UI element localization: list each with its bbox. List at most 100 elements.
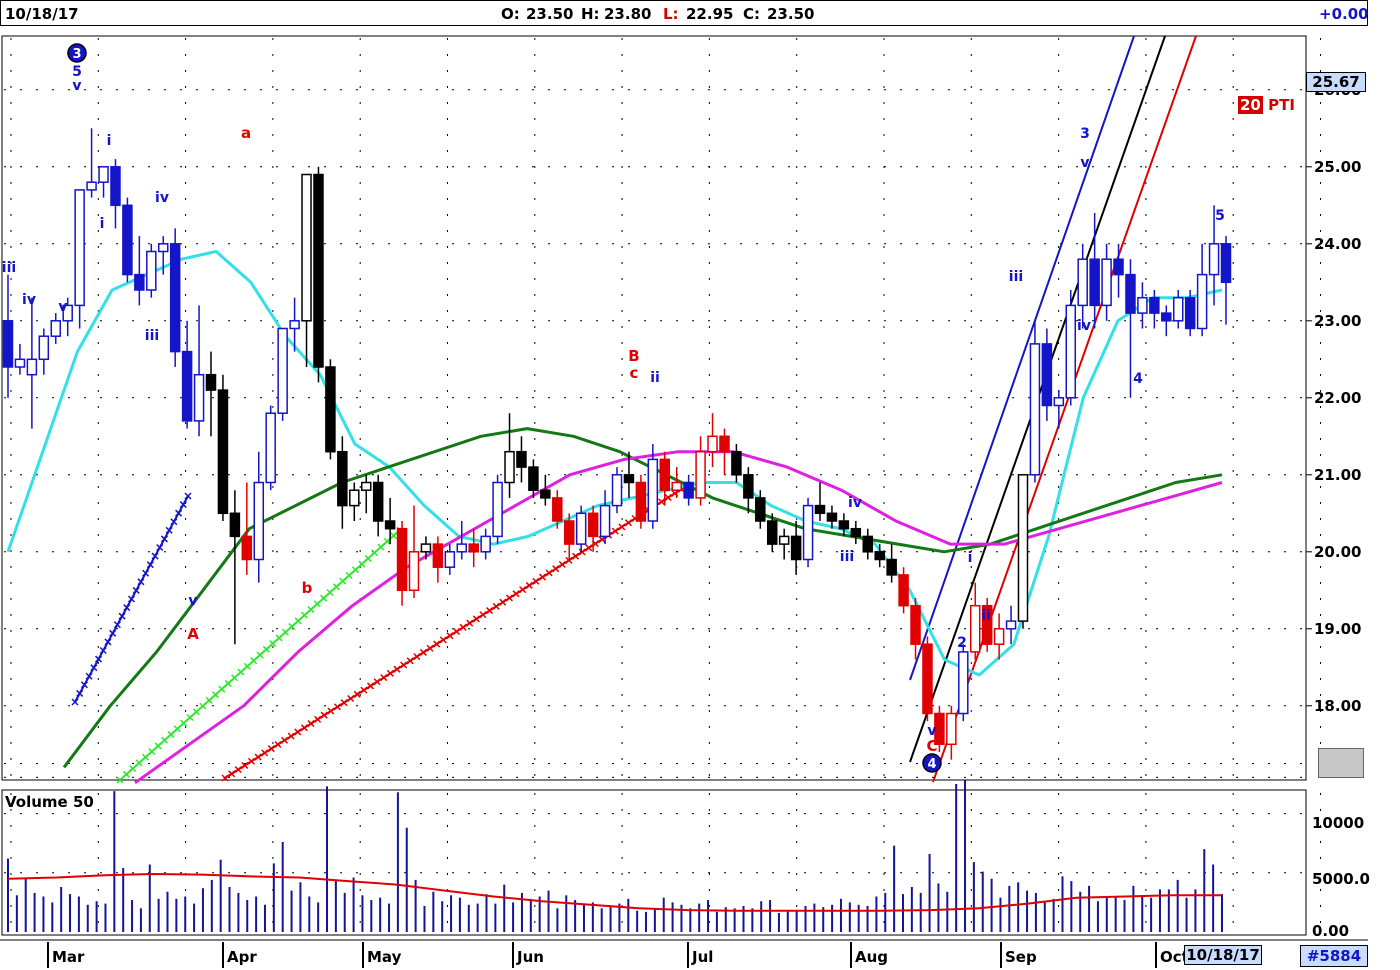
month-label: Aug	[855, 948, 888, 966]
price-volume-chart[interactable]: 18.0019.0020.0021.0022.0023.0024.0025.00…	[0, 0, 1400, 970]
price-tick-label: 20.00	[1314, 543, 1361, 561]
candle-body	[814, 504, 826, 515]
volume-tick-label: 5000.0	[1312, 870, 1370, 888]
candle-body	[456, 543, 468, 553]
red-cross-line-marker	[400, 661, 408, 669]
blue-cross-line-marker	[156, 543, 164, 552]
blue-cross-line-marker	[76, 689, 84, 697]
candle-body	[349, 489, 360, 507]
green-cross-line-marker	[332, 583, 340, 591]
candle-body	[850, 527, 862, 538]
candle-body	[838, 520, 850, 530]
green-cross-line-marker	[275, 634, 283, 642]
candle-body	[1196, 273, 1208, 330]
wave-label-blue: iii	[1009, 269, 1023, 285]
red-cross-line-marker	[360, 686, 368, 694]
price-tick-label: 25.00	[1314, 158, 1361, 176]
volume-tick-label: 0.00	[1312, 922, 1349, 940]
wave-label-blue: v	[1080, 155, 1089, 171]
red-cross-line-marker	[446, 632, 454, 640]
red-cross-line-marker	[532, 577, 540, 585]
candle-body	[659, 458, 671, 491]
candle-body	[205, 373, 217, 391]
green-cross-line-marker	[167, 731, 175, 739]
candle-body	[134, 273, 145, 291]
candle-body	[1208, 243, 1220, 276]
green-cross-line-marker	[237, 668, 245, 676]
green-cross-line-marker	[351, 566, 359, 574]
candle-body	[157, 243, 169, 253]
candle-body	[1161, 312, 1172, 322]
red-cross-line-marker	[274, 740, 282, 749]
green-cross-line-marker	[281, 628, 289, 636]
candle-body	[707, 435, 718, 453]
green-cross-line-marker	[224, 679, 232, 687]
red-cross-line-marker	[247, 757, 255, 765]
candle-body	[110, 166, 121, 207]
wave-label-blue: v	[188, 593, 197, 609]
red-cross-line-marker	[452, 627, 461, 636]
red-cross-line-marker	[314, 715, 322, 723]
candle-body	[1017, 474, 1029, 622]
candle-body	[766, 520, 778, 545]
candle-body	[313, 173, 324, 368]
candle-body	[1220, 243, 1232, 284]
red-cross-line-marker	[479, 611, 487, 619]
green-cross-line-marker	[205, 696, 213, 704]
candle-body	[695, 450, 706, 499]
wave-label-blue: iv	[155, 190, 169, 206]
blue-cross-line-marker	[85, 672, 93, 680]
candle-body	[671, 481, 682, 491]
wave-label-blue: i	[100, 216, 105, 232]
candle-body	[337, 450, 348, 507]
price-tick-label: 19.00	[1314, 620, 1361, 638]
wave-label-blue: v	[58, 299, 67, 315]
candle-body	[420, 543, 432, 553]
candle-body	[408, 551, 420, 592]
blue-cross-line-marker	[113, 621, 121, 629]
candle-body	[1125, 273, 1136, 314]
candle-body	[122, 204, 133, 276]
symbol-box[interactable]: #5884	[1300, 945, 1368, 967]
red-cross-line-marker	[585, 544, 593, 552]
green-cross-line-marker	[364, 554, 372, 562]
wave-label-blue: 5	[1215, 208, 1225, 224]
candle-body	[74, 189, 85, 307]
green-cross-line-marker	[180, 719, 188, 727]
candle-body	[1113, 258, 1124, 276]
month-label: Apr	[227, 948, 257, 966]
wave-label-red: c	[630, 364, 639, 382]
green-cross-line-marker	[345, 571, 353, 579]
candle-body	[528, 466, 539, 491]
green-cross-line-marker	[262, 645, 270, 653]
green-cross-line-marker	[211, 691, 219, 699]
candle-body	[874, 551, 885, 561]
wave-label-red: A	[187, 625, 199, 643]
red-cross-line-marker	[624, 519, 633, 527]
candle-body	[14, 358, 26, 368]
wave-label-blue: 3	[1080, 126, 1090, 142]
volume-tick-label: 10000	[1312, 814, 1364, 832]
candle-body	[1005, 620, 1017, 630]
green-cross-line-marker	[186, 713, 194, 722]
chart-thumbnail-icon[interactable]	[1318, 748, 1364, 778]
red-cross-line-marker	[525, 581, 533, 589]
wave-label-blue: v	[72, 78, 81, 94]
ma-green-line	[62, 427, 1223, 769]
red-cross-line-marker	[340, 699, 348, 707]
candle-body	[1041, 343, 1053, 407]
red-cross-line-marker	[486, 607, 494, 615]
green-cross-line-marker	[141, 753, 149, 761]
green-cross-line-marker	[320, 594, 328, 602]
candle-body	[993, 628, 1005, 645]
red-cross-line-marker	[472, 615, 480, 623]
blue-cross-line-marker	[71, 698, 79, 706]
red-cross-line-marker	[261, 749, 269, 757]
red-cross-line-marker	[267, 745, 275, 753]
red-cross-line-marker	[406, 657, 414, 665]
price-tick-label: 24.00	[1314, 235, 1361, 253]
red-cross-line-marker	[386, 669, 394, 677]
blue-cross-line-marker	[160, 535, 168, 543]
wave-label-blue: iii	[840, 549, 854, 565]
red-cross-line-marker	[327, 707, 335, 715]
